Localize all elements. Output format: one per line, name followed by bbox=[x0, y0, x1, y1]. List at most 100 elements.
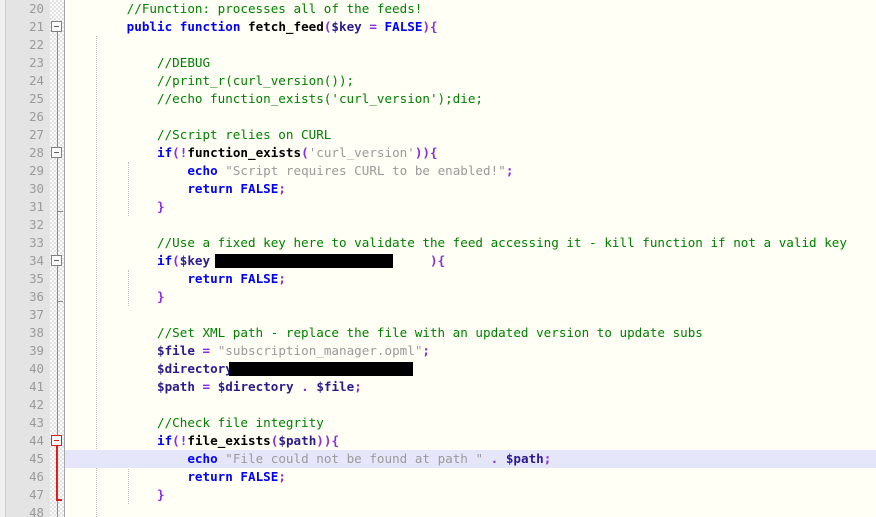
code-text[interactable]: //Function: processes all of the feeds! bbox=[66, 0, 423, 18]
code-text[interactable]: $directory = bbox=[66, 360, 248, 378]
token-cmt: //Check file integrity bbox=[66, 415, 324, 430]
code-line-30[interactable]: 30 return FALSE; bbox=[0, 180, 876, 198]
code-line-36[interactable]: 36 } bbox=[0, 288, 876, 306]
line-number: 43 bbox=[29, 415, 44, 430]
code-text[interactable]: return FALSE; bbox=[66, 270, 286, 288]
code-text[interactable]: //DEBUG bbox=[66, 54, 210, 72]
code-line-41[interactable]: 41 $path = $directory . $file; bbox=[0, 378, 876, 396]
code-text[interactable]: if(!file_exists($path)){ bbox=[66, 432, 339, 450]
code-text[interactable]: return FALSE; bbox=[66, 468, 286, 486]
code-line-26[interactable]: 26 bbox=[0, 108, 876, 126]
fold-toggle-minus-icon[interactable] bbox=[51, 147, 62, 158]
code-line-39[interactable]: 39 $file = "subscription_manager.opml"; bbox=[0, 342, 876, 360]
line-number: 21 bbox=[29, 19, 44, 34]
code-line-31[interactable]: 31 } bbox=[0, 198, 876, 216]
code-line-46[interactable]: 46 return FALSE; bbox=[0, 468, 876, 486]
token-fn: fetch_feed bbox=[248, 19, 324, 34]
token-var: $file bbox=[157, 343, 195, 358]
code-line-42[interactable]: 42 bbox=[0, 396, 876, 414]
line-number: 29 bbox=[29, 163, 44, 178]
fold-toggle-minus-icon[interactable] bbox=[51, 435, 62, 446]
code-text[interactable]: //print_r(curl_version()); bbox=[66, 72, 354, 90]
code-line-44[interactable]: 44 if(!file_exists($path)){ bbox=[0, 432, 876, 450]
line-number: 37 bbox=[29, 307, 44, 322]
code-line-21[interactable]: 21 public function fetch_feed($key = FAL… bbox=[0, 18, 876, 36]
code-text[interactable]: if($key != ){ bbox=[66, 252, 445, 270]
code-line-38[interactable]: 38 //Set XML path - replace the file wit… bbox=[0, 324, 876, 342]
line-number: 40 bbox=[29, 361, 44, 376]
code-text[interactable]: //Script relies on CURL bbox=[66, 126, 331, 144]
line-number: 46 bbox=[29, 469, 44, 484]
code-line-34[interactable]: 34 if($key != ){ bbox=[0, 252, 876, 270]
token-kw: echo bbox=[187, 163, 218, 178]
line-number: 45 bbox=[29, 451, 44, 466]
token-str: "subscription_manager.opml" bbox=[217, 343, 423, 358]
token-cmt: //print_r(curl_version()); bbox=[66, 73, 355, 88]
line-number: 44 bbox=[29, 433, 44, 448]
fold-toggle-minus-icon[interactable] bbox=[51, 255, 62, 266]
code-line-29[interactable]: 29 echo "Script requires CURL to be enab… bbox=[0, 162, 876, 180]
code-line-23[interactable]: 23 //DEBUG bbox=[0, 54, 876, 72]
line-number: 41 bbox=[29, 379, 44, 394]
token-var: $key bbox=[331, 19, 362, 34]
code-lines[interactable]: 20 //Function: processes all of the feed… bbox=[0, 0, 876, 517]
code-line-45[interactable]: 45 echo "File could not be found at path… bbox=[0, 450, 876, 468]
code-line-40[interactable]: 40 $directory = bbox=[0, 360, 876, 378]
code-text[interactable]: //echo function_exists('curl_version');d… bbox=[66, 90, 483, 108]
line-number: 39 bbox=[29, 343, 44, 358]
code-line-27[interactable]: 27 //Script relies on CURL bbox=[0, 126, 876, 144]
code-text[interactable]: //Set XML path - replace the file with a… bbox=[66, 324, 703, 342]
fold-toggle-minus-icon[interactable] bbox=[51, 21, 62, 32]
code-text[interactable]: } bbox=[66, 486, 165, 504]
token-cmt: //Set XML path - replace the file with a… bbox=[66, 325, 703, 340]
code-line-28[interactable]: 28 if(!function_exists('curl_version')){ bbox=[0, 144, 876, 162]
line-number: 26 bbox=[29, 109, 44, 124]
code-line-47[interactable]: 47 } bbox=[0, 486, 876, 504]
code-line-24[interactable]: 24 //print_r(curl_version()); bbox=[0, 72, 876, 90]
code-line-25[interactable]: 25 //echo function_exists('curl_version'… bbox=[0, 90, 876, 108]
code-text[interactable]: $file = "subscription_manager.opml"; bbox=[66, 342, 430, 360]
code-line-33[interactable]: 33 //Use a fixed key here to validate th… bbox=[0, 234, 876, 252]
token-pun: ; bbox=[354, 379, 362, 394]
token-var: $key bbox=[179, 253, 211, 268]
code-line-35[interactable]: 35 return FALSE; bbox=[0, 270, 876, 288]
code-text[interactable]: //Use a fixed key here to validate the f… bbox=[66, 234, 847, 252]
code-line-20[interactable]: 20 //Function: processes all of the feed… bbox=[0, 0, 876, 18]
code-line-22[interactable]: 22 bbox=[0, 36, 876, 54]
line-number: 22 bbox=[29, 37, 44, 52]
code-text[interactable]: } bbox=[66, 198, 165, 216]
code-text[interactable]: } bbox=[66, 288, 165, 306]
token-pun: } bbox=[157, 289, 165, 304]
token-var: $path bbox=[278, 433, 317, 448]
code-text[interactable]: $path = $directory . $file; bbox=[66, 378, 362, 396]
code-text[interactable]: //Check file integrity bbox=[66, 414, 324, 432]
token-cmt: //Function: processes all of the feeds! bbox=[66, 1, 423, 16]
code-text[interactable]: echo "Script requires CURL to be enabled… bbox=[66, 162, 513, 180]
token-op: = bbox=[369, 19, 377, 34]
code-line-32[interactable]: 32 bbox=[0, 216, 876, 234]
code-text[interactable]: if(!function_exists('curl_version')){ bbox=[66, 144, 438, 162]
code-text[interactable]: public function fetch_feed($key = FALSE)… bbox=[66, 18, 438, 36]
token-fn: function_exists bbox=[187, 145, 302, 160]
line-number: 27 bbox=[29, 127, 44, 142]
code-editor[interactable]: 20 //Function: processes all of the feed… bbox=[0, 0, 876, 517]
token-pun: ; bbox=[505, 163, 514, 178]
code-text[interactable]: echo "File could not be found at path " … bbox=[66, 450, 551, 468]
code-line-37[interactable]: 37 bbox=[0, 306, 876, 324]
token-op: != bbox=[217, 253, 233, 268]
line-number: 20 bbox=[29, 1, 44, 16]
token-pun: ( bbox=[301, 145, 309, 160]
code-text[interactable]: return FALSE; bbox=[66, 180, 286, 198]
token-kw: FALSE bbox=[384, 19, 423, 34]
token-pun: ( bbox=[172, 253, 180, 268]
token-cmt: //Use a fixed key here to validate the f… bbox=[66, 235, 847, 250]
token-kw: return FALSE bbox=[187, 181, 279, 196]
code-line-43[interactable]: 43 //Check file integrity bbox=[0, 414, 876, 432]
code-line-48[interactable]: 48 bbox=[0, 504, 876, 517]
